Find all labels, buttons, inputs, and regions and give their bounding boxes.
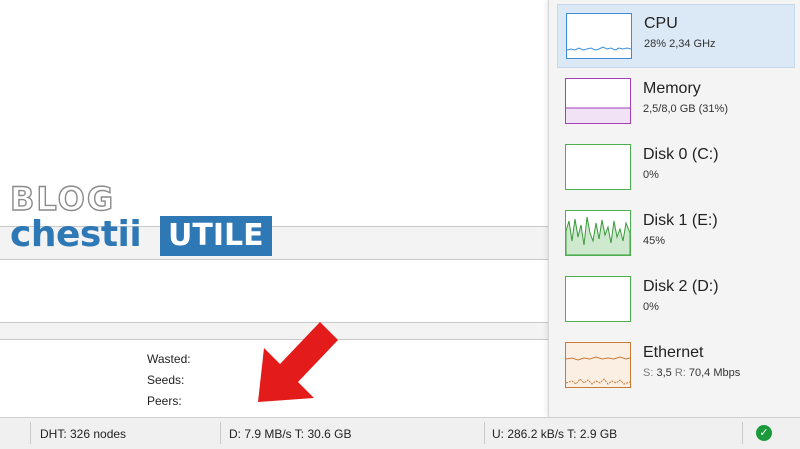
status-bar: DHT: 326 nodes D: 7.9 MB/s T: 30.6 GB U:… — [0, 417, 800, 449]
disk2-graph — [565, 276, 631, 322]
memory-graph — [565, 78, 631, 124]
perf-title: Disk 0 (C:) — [643, 146, 719, 163]
wasted-label: Wasted: — [147, 352, 191, 366]
perf-title: Ethernet — [643, 344, 704, 361]
perf-subtitle: 0% — [643, 301, 659, 313]
perf-item-disk0[interactable]: Disk 0 (C:) 0% — [557, 136, 793, 198]
blog-watermark-logo: BLOG chestii UTILE — [9, 179, 290, 260]
status-separator — [484, 422, 485, 444]
dht-status: DHT: 326 nodes — [40, 427, 127, 441]
peers-label: Peers: — [147, 394, 182, 408]
status-separator — [220, 422, 221, 444]
watermark-brand-right: UTILE — [160, 216, 272, 256]
red-arrow-icon — [258, 322, 338, 402]
check-circle-icon[interactable]: ✓ — [756, 425, 772, 441]
disk0-graph — [565, 144, 631, 190]
perf-subtitle: 45% — [643, 235, 666, 247]
perf-item-memory[interactable]: Memory 2,5/8,0 GB (31%) — [557, 70, 793, 132]
perf-subtitle: 2,5/8,0 GB (31%) — [643, 103, 728, 115]
perf-subtitle: S: 3,5 R: 70,4 Mbps — [643, 367, 740, 379]
performance-sidebar: CPU 28% 2,34 GHz Memory 2,5/8,0 GB (31%)… — [548, 0, 800, 417]
download-status[interactable]: D: 7.9 MB/s T: 30.6 GB — [229, 427, 352, 441]
perf-title: CPU — [644, 15, 678, 32]
perf-title: Disk 1 (E:) — [643, 212, 718, 229]
torrent-client-window: BLOG chestii UTILE Wasted: Seeds: Peers: — [0, 0, 548, 448]
perf-subtitle: 0% — [643, 169, 659, 181]
status-separator — [30, 422, 31, 444]
upload-status[interactable]: U: 286.2 kB/s T: 2.9 GB — [492, 427, 617, 441]
status-separator — [742, 422, 743, 444]
cpu-graph — [566, 13, 632, 59]
perf-title: Memory — [643, 80, 701, 97]
send-label: S: — [643, 367, 654, 379]
perf-item-disk2[interactable]: Disk 2 (D:) 0% — [557, 268, 793, 330]
perf-item-cpu[interactable]: CPU 28% 2,34 GHz — [557, 4, 795, 68]
perf-title: Disk 2 (D:) — [643, 278, 719, 295]
receive-label: R: — [674, 367, 686, 379]
perf-subtitle: 28% 2,34 GHz — [644, 38, 716, 50]
perf-item-ethernet[interactable]: Ethernet S: 3,5 R: 70,4 Mbps — [557, 334, 793, 396]
seeds-label: Seeds: — [147, 373, 185, 387]
watermark-brand-left: chestii — [10, 214, 142, 255]
send-value: 3,5 — [656, 367, 672, 379]
receive-value: 70,4 Mbps — [688, 367, 741, 379]
watermark-blog-text: BLOG — [9, 179, 116, 218]
perf-item-disk1[interactable]: Disk 1 (E:) 45% — [557, 202, 793, 264]
ethernet-graph — [565, 342, 631, 388]
disk1-graph — [565, 210, 631, 256]
